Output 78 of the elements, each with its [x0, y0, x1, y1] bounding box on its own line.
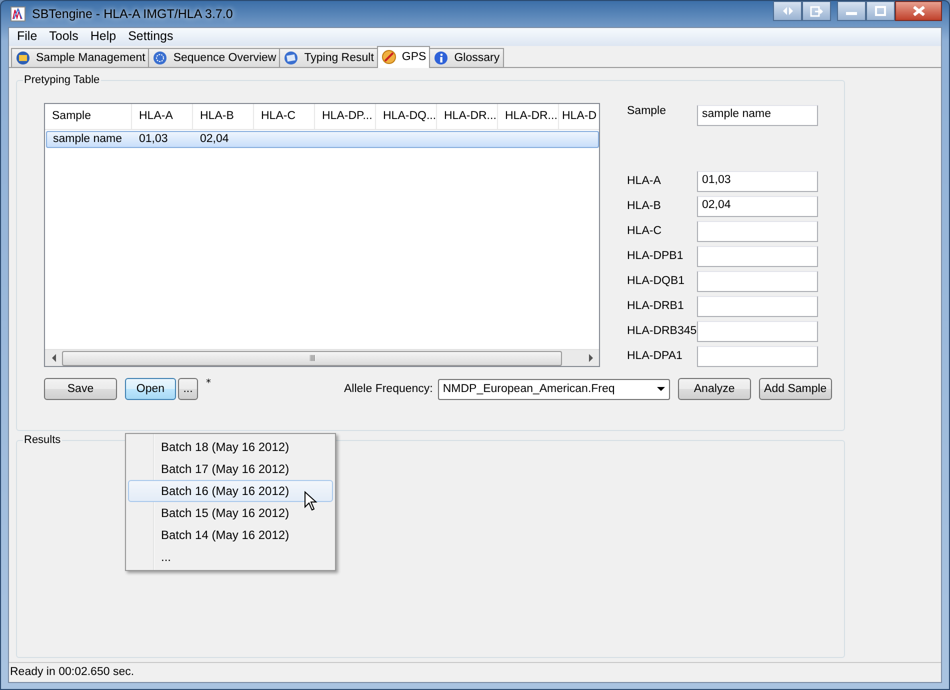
menu-item[interactable]: Batch 15 (May 16 2012): [128, 502, 333, 524]
column-header[interactable]: HLA-DQ...: [376, 104, 437, 129]
menu-item[interactable]: Tools: [43, 28, 84, 46]
text-field[interactable]: [697, 271, 818, 292]
grip-icon: [310, 355, 314, 361]
column-header[interactable]: HLA-B: [193, 104, 254, 129]
close-icon: [912, 6, 924, 16]
column-header[interactable]: HLA-D: [559, 104, 599, 129]
column-header[interactable]: HLA-A: [132, 104, 193, 129]
maximize-icon: [875, 6, 886, 16]
allele-frequency-label: Allele Frequency:: [344, 383, 433, 395]
text-field[interactable]: 01,03: [697, 171, 818, 192]
text-field[interactable]: sample name: [697, 105, 818, 126]
menu-item[interactable]: Batch 17 (May 16 2012): [128, 458, 333, 480]
open-button[interactable]: Open: [125, 378, 176, 400]
arrows-button[interactable]: [773, 1, 802, 21]
horizontal-scrollbar[interactable]: [45, 349, 599, 366]
text-field[interactable]: [697, 221, 818, 242]
document-icon: [284, 51, 298, 65]
menu-item[interactable]: Batch 14 (May 16 2012): [128, 524, 333, 546]
mouse-pointer-icon: [304, 491, 318, 511]
text-field[interactable]: [697, 321, 818, 342]
tab[interactable]: Glossary: [429, 48, 504, 67]
field-label: HLA-DRB345: [627, 324, 697, 336]
modified-marker: *: [206, 378, 211, 389]
field-label: HLA-A: [627, 174, 662, 186]
text-field[interactable]: [697, 246, 818, 267]
field-label: HLA-DPB1: [627, 250, 684, 262]
menu-item[interactable]: Batch 18 (May 16 2012): [128, 436, 333, 458]
text-field[interactable]: 02,04: [697, 196, 818, 217]
menu-item[interactable]: ...: [128, 546, 333, 568]
allele-frequency-dropdown[interactable]: NMDP_European_American.Freq: [438, 378, 670, 400]
menu-item[interactable]: File: [11, 28, 44, 46]
column-header[interactable]: HLA-DR...: [437, 104, 498, 129]
double-arrow-icon: [782, 6, 794, 16]
column-header[interactable]: HLA-C: [254, 104, 315, 129]
scroll-thumb[interactable]: [62, 350, 562, 366]
table-cell-text: 01,03: [138, 132, 169, 147]
analyze-button[interactable]: Analyze: [678, 378, 751, 400]
table-cell-text: sample name: [52, 132, 124, 147]
field-label: HLA-C: [627, 224, 663, 236]
field-label: HLA-DPA1: [627, 350, 684, 362]
exit-button[interactable]: [802, 1, 831, 21]
more-button[interactable]: ...: [178, 378, 198, 400]
app-icon: [10, 6, 26, 22]
minimize-button[interactable]: [837, 1, 866, 21]
add-sample-button[interactable]: Add Sample: [758, 378, 832, 400]
save-button[interactable]: Save: [44, 378, 117, 400]
window-title: SBTengine - HLA-A IMGT/HLA 3.7.0: [32, 7, 233, 21]
column-header[interactable]: HLA-DR...: [498, 104, 559, 129]
table-cell-text: 02,04: [199, 132, 230, 147]
field-label: Sample: [627, 104, 667, 117]
table-row[interactable]: sample name 01,03 02,04: [46, 131, 599, 148]
field-label: HLA-DQB1: [627, 274, 686, 286]
field-label: HLA-DRB1: [627, 300, 685, 312]
column-header[interactable]: Sample: [45, 104, 132, 129]
compass-icon: [382, 50, 396, 64]
menu-item[interactable]: Help: [84, 28, 122, 46]
exit-icon: [810, 6, 823, 16]
menu-item[interactable]: Batch 16 (May 16 2012): [128, 480, 333, 502]
close-button[interactable]: [895, 1, 942, 21]
field-label: HLA-B: [627, 200, 662, 212]
group-title: Results: [23, 434, 62, 446]
tab[interactable]: Sequence Overview: [148, 48, 280, 67]
column-header[interactable]: HLA-DP...: [315, 104, 376, 129]
tab[interactable]: Typing Result: [279, 48, 378, 67]
maximize-button[interactable]: [866, 1, 895, 21]
menu-item[interactable]: Settings: [122, 28, 180, 46]
left-arrow-icon[interactable]: [52, 354, 56, 362]
info-icon: [434, 51, 448, 65]
dropdown-arrow-icon: [656, 387, 665, 391]
right-arrow-icon[interactable]: [588, 354, 592, 362]
folder-icon: [16, 51, 30, 65]
group-title: Pretyping Table: [23, 74, 101, 86]
tab[interactable]: GPS: [376, 46, 430, 68]
tab[interactable]: Sample Management: [11, 48, 150, 67]
text-field[interactable]: [697, 346, 818, 367]
text-field[interactable]: [697, 296, 818, 317]
